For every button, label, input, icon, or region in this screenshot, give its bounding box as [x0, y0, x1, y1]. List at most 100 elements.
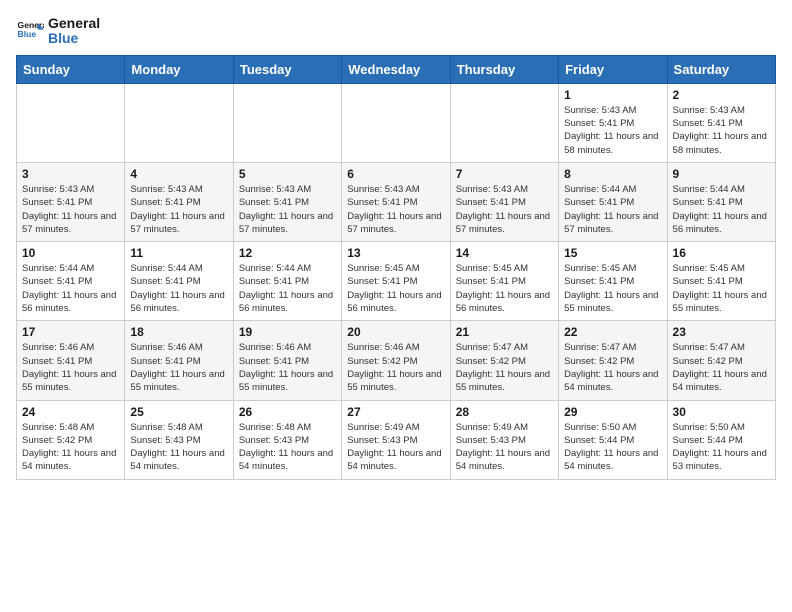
day-info: Sunrise: 5:46 AMSunset: 5:42 PMDaylight:…: [347, 341, 444, 394]
day-info: Sunrise: 5:49 AMSunset: 5:43 PMDaylight:…: [456, 421, 553, 474]
day-number: 12: [239, 246, 336, 260]
calendar-cell: 12 Sunrise: 5:44 AMSunset: 5:41 PMDayligh…: [233, 242, 341, 321]
calendar-cell: 4 Sunrise: 5:43 AMSunset: 5:41 PMDaylight…: [125, 162, 233, 241]
day-info: Sunrise: 5:50 AMSunset: 5:44 PMDaylight:…: [564, 421, 661, 474]
day-info: Sunrise: 5:43 AMSunset: 5:41 PMDaylight:…: [456, 183, 553, 236]
day-info: Sunrise: 5:43 AMSunset: 5:41 PMDaylight:…: [130, 183, 227, 236]
day-number: 19: [239, 325, 336, 339]
calendar-cell: 11 Sunrise: 5:44 AMSunset: 5:41 PMDayligh…: [125, 242, 233, 321]
calendar-cell: 3 Sunrise: 5:43 AMSunset: 5:41 PMDaylight…: [17, 162, 125, 241]
calendar-cell: 26Sunrise: 5:48 AMSunset: 5:43 PMDayligh…: [233, 400, 341, 479]
calendar-cell: [342, 83, 450, 162]
day-info: Sunrise: 5:49 AMSunset: 5:43 PMDaylight:…: [347, 421, 444, 474]
calendar-header-row: SundayMondayTuesdayWednesdayThursdayFrid…: [17, 55, 776, 83]
calendar-cell: 5 Sunrise: 5:43 AMSunset: 5:41 PMDaylight…: [233, 162, 341, 241]
day-number: 18: [130, 325, 227, 339]
day-info: Sunrise: 5:44 AMSunset: 5:41 PMDaylight:…: [239, 262, 336, 315]
calendar-cell: 17 Sunrise: 5:46 AMSunset: 5:41 PMDayligh…: [17, 321, 125, 400]
calendar-cell: 10 Sunrise: 5:44 AMSunset: 5:41 PMDayligh…: [17, 242, 125, 321]
calendar-cell: 19 Sunrise: 5:46 AMSunset: 5:41 PMDayligh…: [233, 321, 341, 400]
day-info: Sunrise: 5:43 AMSunset: 5:41 PMDaylight:…: [564, 104, 661, 157]
day-number: 23: [673, 325, 770, 339]
calendar-cell: 27 Sunrise: 5:49 AMSunset: 5:43 PMDayligh…: [342, 400, 450, 479]
calendar-cell: 30 Sunrise: 5:50 AMSunset: 5:44 PMDayligh…: [667, 400, 775, 479]
day-info: Sunrise: 5:50 AMSunset: 5:44 PMDaylight:…: [673, 421, 770, 474]
calendar-cell: 24 Sunrise: 5:48 AMSunset: 5:42 PMDayligh…: [17, 400, 125, 479]
calendar-cell: 15 Sunrise: 5:45 AMSunset: 5:41 PMDayligh…: [559, 242, 667, 321]
day-number: 27: [347, 405, 444, 419]
calendar-week-4: 17 Sunrise: 5:46 AMSunset: 5:41 PMDayligh…: [17, 321, 776, 400]
day-number: 24: [22, 405, 119, 419]
day-number: 3: [22, 167, 119, 181]
svg-text:Blue: Blue: [18, 30, 37, 40]
day-info: Sunrise: 5:44 AMSunset: 5:41 PMDaylight:…: [673, 183, 770, 236]
calendar-cell: 8Sunrise: 5:44 AMSunset: 5:41 PMDaylight…: [559, 162, 667, 241]
day-info: Sunrise: 5:44 AMSunset: 5:41 PMDaylight:…: [130, 262, 227, 315]
day-info: Sunrise: 5:46 AMSunset: 5:41 PMDaylight:…: [22, 341, 119, 394]
day-info: Sunrise: 5:48 AMSunset: 5:42 PMDaylight:…: [22, 421, 119, 474]
logo: General Blue General Blue: [16, 16, 100, 47]
day-number: 29: [564, 405, 661, 419]
day-info: Sunrise: 5:48 AMSunset: 5:43 PMDaylight:…: [130, 421, 227, 474]
day-number: 2: [673, 88, 770, 102]
day-info: Sunrise: 5:43 AMSunset: 5:41 PMDaylight:…: [239, 183, 336, 236]
day-number: 11: [130, 246, 227, 260]
calendar-cell: 6Sunrise: 5:43 AMSunset: 5:41 PMDaylight…: [342, 162, 450, 241]
day-number: 16: [673, 246, 770, 260]
weekday-header-thursday: Thursday: [450, 55, 558, 83]
weekday-header-sunday: Sunday: [17, 55, 125, 83]
day-info: Sunrise: 5:43 AMSunset: 5:41 PMDaylight:…: [347, 183, 444, 236]
calendar-cell: 13 Sunrise: 5:45 AMSunset: 5:41 PMDayligh…: [342, 242, 450, 321]
day-info: Sunrise: 5:43 AMSunset: 5:41 PMDaylight:…: [673, 104, 770, 157]
day-info: Sunrise: 5:47 AMSunset: 5:42 PMDaylight:…: [564, 341, 661, 394]
day-number: 15: [564, 246, 661, 260]
day-number: 17: [22, 325, 119, 339]
day-number: 4: [130, 167, 227, 181]
calendar-cell: 25 Sunrise: 5:48 AMSunset: 5:43 PMDayligh…: [125, 400, 233, 479]
calendar-cell: 16Sunrise: 5:45 AMSunset: 5:41 PMDayligh…: [667, 242, 775, 321]
weekday-header-friday: Friday: [559, 55, 667, 83]
day-number: 5: [239, 167, 336, 181]
calendar-week-1: 1Sunrise: 5:43 AMSunset: 5:41 PMDaylight…: [17, 83, 776, 162]
day-number: 26: [239, 405, 336, 419]
day-info: Sunrise: 5:46 AMSunset: 5:41 PMDaylight:…: [239, 341, 336, 394]
calendar-cell: 29 Sunrise: 5:50 AMSunset: 5:44 PMDayligh…: [559, 400, 667, 479]
logo-general: General: [48, 16, 100, 31]
day-info: Sunrise: 5:45 AMSunset: 5:41 PMDaylight:…: [564, 262, 661, 315]
calendar-cell: 22 Sunrise: 5:47 AMSunset: 5:42 PMDayligh…: [559, 321, 667, 400]
day-number: 8: [564, 167, 661, 181]
calendar-cell: 23 Sunrise: 5:47 AMSunset: 5:42 PMDayligh…: [667, 321, 775, 400]
calendar-cell: 20 Sunrise: 5:46 AMSunset: 5:42 PMDayligh…: [342, 321, 450, 400]
day-number: 9: [673, 167, 770, 181]
day-info: Sunrise: 5:43 AMSunset: 5:41 PMDaylight:…: [22, 183, 119, 236]
day-number: 30: [673, 405, 770, 419]
day-info: Sunrise: 5:45 AMSunset: 5:41 PMDaylight:…: [347, 262, 444, 315]
day-number: 22: [564, 325, 661, 339]
calendar-cell: 1Sunrise: 5:43 AMSunset: 5:41 PMDaylight…: [559, 83, 667, 162]
calendar-cell: 14Sunrise: 5:45 AMSunset: 5:41 PMDayligh…: [450, 242, 558, 321]
day-number: 7: [456, 167, 553, 181]
header: General Blue General Blue: [16, 16, 776, 47]
day-number: 13: [347, 246, 444, 260]
day-info: Sunrise: 5:47 AMSunset: 5:42 PMDaylight:…: [673, 341, 770, 394]
day-number: 25: [130, 405, 227, 419]
calendar-cell: 9 Sunrise: 5:44 AMSunset: 5:41 PMDaylight…: [667, 162, 775, 241]
day-info: Sunrise: 5:44 AMSunset: 5:41 PMDaylight:…: [22, 262, 119, 315]
logo-blue: Blue: [48, 31, 100, 46]
calendar-week-3: 10 Sunrise: 5:44 AMSunset: 5:41 PMDayligh…: [17, 242, 776, 321]
calendar-week-2: 3 Sunrise: 5:43 AMSunset: 5:41 PMDaylight…: [17, 162, 776, 241]
logo-icon: General Blue: [16, 17, 44, 45]
weekday-header-tuesday: Tuesday: [233, 55, 341, 83]
calendar-cell: 2 Sunrise: 5:43 AMSunset: 5:41 PMDaylight…: [667, 83, 775, 162]
calendar-cell: 7 Sunrise: 5:43 AMSunset: 5:41 PMDaylight…: [450, 162, 558, 241]
day-info: Sunrise: 5:46 AMSunset: 5:41 PMDaylight:…: [130, 341, 227, 394]
day-number: 10: [22, 246, 119, 260]
calendar-cell: [17, 83, 125, 162]
day-number: 20: [347, 325, 444, 339]
weekday-header-saturday: Saturday: [667, 55, 775, 83]
calendar-cell: [125, 83, 233, 162]
calendar-week-5: 24 Sunrise: 5:48 AMSunset: 5:42 PMDayligh…: [17, 400, 776, 479]
weekday-header-monday: Monday: [125, 55, 233, 83]
calendar-cell: 28 Sunrise: 5:49 AMSunset: 5:43 PMDayligh…: [450, 400, 558, 479]
day-number: 28: [456, 405, 553, 419]
